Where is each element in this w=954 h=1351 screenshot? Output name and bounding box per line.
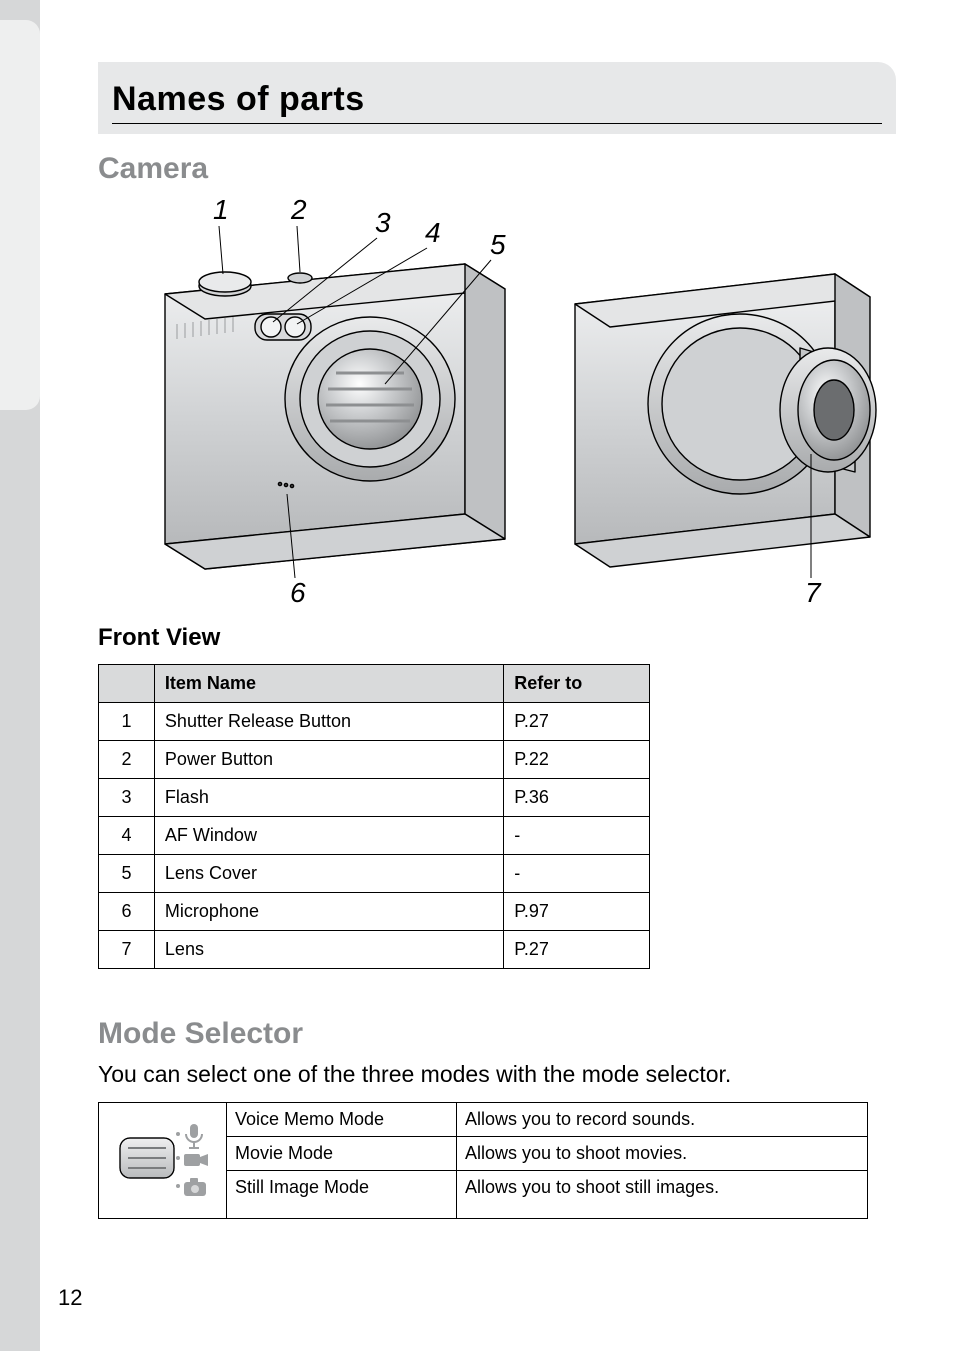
cell-num: 5	[99, 855, 155, 893]
cell-mode: Still Image Mode	[227, 1171, 457, 1219]
page-body: Names of parts Camera	[40, 0, 954, 1351]
heading-title: Names of parts	[112, 80, 882, 124]
mode-selector-desc: You can select one of the three modes wi…	[98, 1061, 896, 1088]
mode-selector-icon	[112, 1112, 214, 1204]
cell-mode: Voice Memo Mode	[227, 1103, 457, 1137]
cell-ref: -	[504, 855, 650, 893]
cell-num: 2	[99, 741, 155, 779]
cell-item: Lens Cover	[154, 855, 503, 893]
cell-num: 1	[99, 703, 155, 741]
front-view-heading: Front View	[98, 624, 896, 652]
callout-4: 4	[425, 217, 441, 248]
camera-diagram: 1 2 3 4 5 6	[98, 194, 896, 614]
table-row: 7 Lens P.27	[99, 931, 650, 969]
cell-ref: P.36	[504, 779, 650, 817]
table-row: 1 Shutter Release Button P.27	[99, 703, 650, 741]
cell-num: 4	[99, 817, 155, 855]
camera-body-right	[575, 274, 876, 567]
cell-item: Shutter Release Button	[154, 703, 503, 741]
cell-num: 3	[99, 779, 155, 817]
mode-selector-icon-cell	[99, 1103, 227, 1219]
table-row: 4 AF Window -	[99, 817, 650, 855]
table-row: Voice Memo Mode Allows you to record sou…	[99, 1103, 868, 1137]
table-row: 2 Power Button P.22	[99, 741, 650, 779]
mode-selector-table: Voice Memo Mode Allows you to record sou…	[98, 1102, 868, 1219]
heading-bar: Names of parts	[98, 62, 896, 134]
cell-item: Flash	[154, 779, 503, 817]
cell-num: 7	[99, 931, 155, 969]
table-row: 6 Microphone P.97	[99, 893, 650, 931]
table-header-row: Item Name Refer to	[99, 665, 650, 703]
cell-desc: Allows you to record sounds.	[457, 1103, 868, 1137]
cell-ref: P.97	[504, 893, 650, 931]
cell-num: 6	[99, 893, 155, 931]
sidebar-chapter-tab	[0, 20, 40, 410]
cell-item: Lens	[154, 931, 503, 969]
col-header-item: Item Name	[154, 665, 503, 703]
section-camera-title: Camera	[98, 152, 896, 186]
cell-ref: P.27	[504, 931, 650, 969]
callout-7: 7	[805, 577, 822, 608]
front-view-table: Item Name Refer to 1 Shutter Release But…	[98, 664, 650, 969]
col-header-num	[99, 665, 155, 703]
page-number: 12	[58, 1285, 82, 1311]
mode-selector-title: Mode Selector	[98, 1017, 896, 1051]
callout-6: 6	[290, 577, 306, 608]
camera-diagram-svg: 1 2 3 4 5 6	[105, 194, 890, 609]
camera-body-left	[165, 264, 505, 569]
cell-ref: P.22	[504, 741, 650, 779]
col-header-ref: Refer to	[504, 665, 650, 703]
cell-desc: Allows you to shoot still images.	[457, 1171, 868, 1219]
cell-ref: P.27	[504, 703, 650, 741]
cell-mode: Movie Mode	[227, 1137, 457, 1171]
cell-item: Power Button	[154, 741, 503, 779]
cell-item: Microphone	[154, 893, 503, 931]
table-row: 5 Lens Cover -	[99, 855, 650, 893]
table-row: 3 Flash P.36	[99, 779, 650, 817]
cell-desc: Allows you to shoot movies.	[457, 1137, 868, 1171]
callout-2: 2	[290, 194, 307, 225]
callout-1: 1	[213, 194, 229, 225]
cell-ref: -	[504, 817, 650, 855]
callout-5: 5	[490, 229, 506, 260]
cell-item: AF Window	[154, 817, 503, 855]
callout-3: 3	[375, 207, 391, 238]
